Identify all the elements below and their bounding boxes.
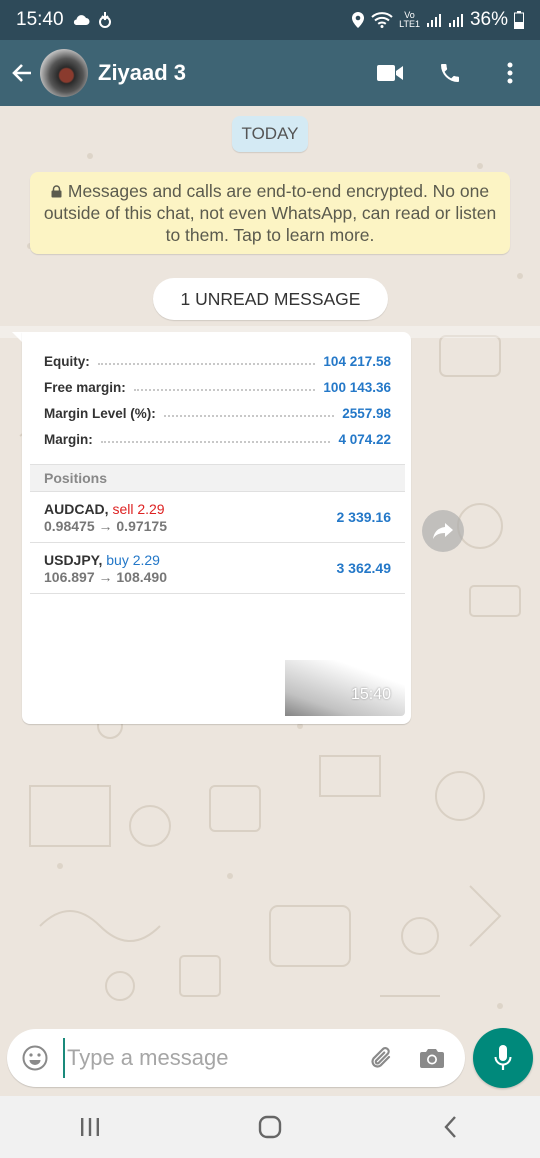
battery-percent: 36% bbox=[469, 9, 508, 30]
account-label: Margin Level (%): bbox=[44, 405, 156, 421]
account-value: 104 217.58 bbox=[323, 353, 391, 369]
status-time: 15:40 bbox=[16, 9, 64, 30]
forward-arrow-icon bbox=[433, 523, 453, 539]
position-profit: 2 339.16 bbox=[336, 509, 392, 525]
signal-icon-1 bbox=[426, 14, 441, 27]
position-action: sell 2.29 bbox=[112, 500, 165, 517]
contact-avatar[interactable] bbox=[40, 49, 88, 97]
more-vertical-icon bbox=[507, 62, 513, 84]
account-value: 2557.98 bbox=[342, 405, 391, 421]
price-arrow: → bbox=[98, 517, 113, 534]
position-profit: 3 362.49 bbox=[336, 560, 392, 576]
account-row-equity: Equity: 104 217.58 bbox=[30, 348, 405, 374]
account-row-margin-level: Margin Level (%): 2557.98 bbox=[30, 400, 405, 426]
position-row: AUDCAD, sell 2.29 0.98475 → 0.97175 2 33… bbox=[30, 492, 405, 543]
paperclip-icon bbox=[371, 1047, 391, 1068]
voice-call-button[interactable] bbox=[420, 40, 480, 106]
camera-icon bbox=[420, 1049, 444, 1068]
account-summary: Equity: 104 217.58 Free margin: 100 143.36… bbox=[30, 344, 405, 452]
location-icon bbox=[352, 12, 365, 28]
back-arrow-icon bbox=[12, 64, 31, 82]
forward-button[interactable] bbox=[422, 510, 464, 552]
signal-icon-2 bbox=[448, 14, 463, 27]
home-button[interactable] bbox=[230, 1096, 310, 1158]
account-label: Margin: bbox=[44, 431, 93, 447]
account-row-margin: Margin: 4 074.22 bbox=[30, 426, 405, 452]
more-options-button[interactable] bbox=[480, 40, 540, 106]
position-symbol: AUDCAD, bbox=[44, 500, 109, 517]
download-notification-icon bbox=[98, 12, 111, 28]
chat-header: Ziyaad 3 bbox=[0, 40, 540, 106]
message-input[interactable] bbox=[63, 1038, 357, 1078]
account-value: 4 074.22 bbox=[338, 431, 391, 447]
position-open-price: 106.897 bbox=[44, 568, 95, 585]
attach-button[interactable] bbox=[357, 1029, 407, 1087]
phone-icon bbox=[441, 64, 459, 82]
position-action: buy 2.29 bbox=[106, 551, 160, 568]
lock-icon bbox=[51, 185, 62, 198]
back-nav-button[interactable] bbox=[410, 1096, 490, 1158]
recent-apps-button[interactable] bbox=[50, 1096, 130, 1158]
voice-message-button[interactable] bbox=[473, 1028, 533, 1088]
positions-header: Positions bbox=[30, 464, 405, 492]
encryption-notice-text: Messages and calls are end-to-end encryp… bbox=[43, 181, 497, 245]
encryption-notice[interactable]: Messages and calls are end-to-end encryp… bbox=[30, 172, 510, 254]
volte-indicator: Vo LTE1 bbox=[399, 10, 420, 29]
wifi-icon bbox=[371, 12, 393, 28]
date-chip: TODAY bbox=[232, 116, 308, 152]
position-current-price: 108.490 bbox=[116, 568, 167, 585]
account-row-free-margin: Free margin: 100 143.36 bbox=[30, 374, 405, 400]
recent-apps-icon bbox=[81, 1118, 99, 1136]
cloud-icon bbox=[73, 15, 90, 25]
emoji-icon bbox=[22, 1045, 48, 1071]
chat-area[interactable]: TODAY Messages and calls are end-to-end … bbox=[0, 106, 540, 1028]
camera-button[interactable] bbox=[407, 1029, 457, 1087]
emoji-button[interactable] bbox=[7, 1029, 63, 1087]
account-label: Equity: bbox=[44, 353, 90, 369]
video-call-icon bbox=[377, 65, 403, 81]
account-value: 100 143.36 bbox=[323, 379, 391, 395]
contact-name[interactable]: Ziyaad 3 bbox=[98, 60, 186, 86]
image-message-bubble[interactable]: Equity: 104 217.58 Free margin: 100 143.36… bbox=[22, 332, 411, 724]
unread-messages-chip: 1 UNREAD MESSAGE bbox=[153, 278, 388, 320]
status-bar: 15:40 Vo LTE1 36% bbox=[0, 0, 540, 40]
battery-icon bbox=[514, 11, 524, 29]
chevron-left-icon bbox=[444, 1116, 456, 1138]
position-row: USDJPY, buy 2.29 106.897 → 108.490 3 362… bbox=[30, 543, 405, 594]
position-open-price: 0.98475 bbox=[44, 517, 95, 534]
home-icon bbox=[258, 1115, 282, 1139]
account-label: Free margin: bbox=[44, 379, 126, 395]
position-current-price: 0.97175 bbox=[116, 517, 167, 534]
price-arrow: → bbox=[98, 568, 113, 585]
video-call-button[interactable] bbox=[360, 40, 420, 106]
shared-screenshot-image[interactable]: Equity: 104 217.58 Free margin: 100 143.36… bbox=[30, 344, 405, 716]
message-time: 15:40 bbox=[350, 686, 391, 703]
microphone-icon bbox=[494, 1045, 512, 1070]
back-button[interactable] bbox=[4, 40, 40, 106]
system-navigation-bar bbox=[0, 1096, 540, 1158]
message-composer bbox=[7, 1029, 465, 1087]
position-symbol: USDJPY, bbox=[44, 551, 103, 568]
